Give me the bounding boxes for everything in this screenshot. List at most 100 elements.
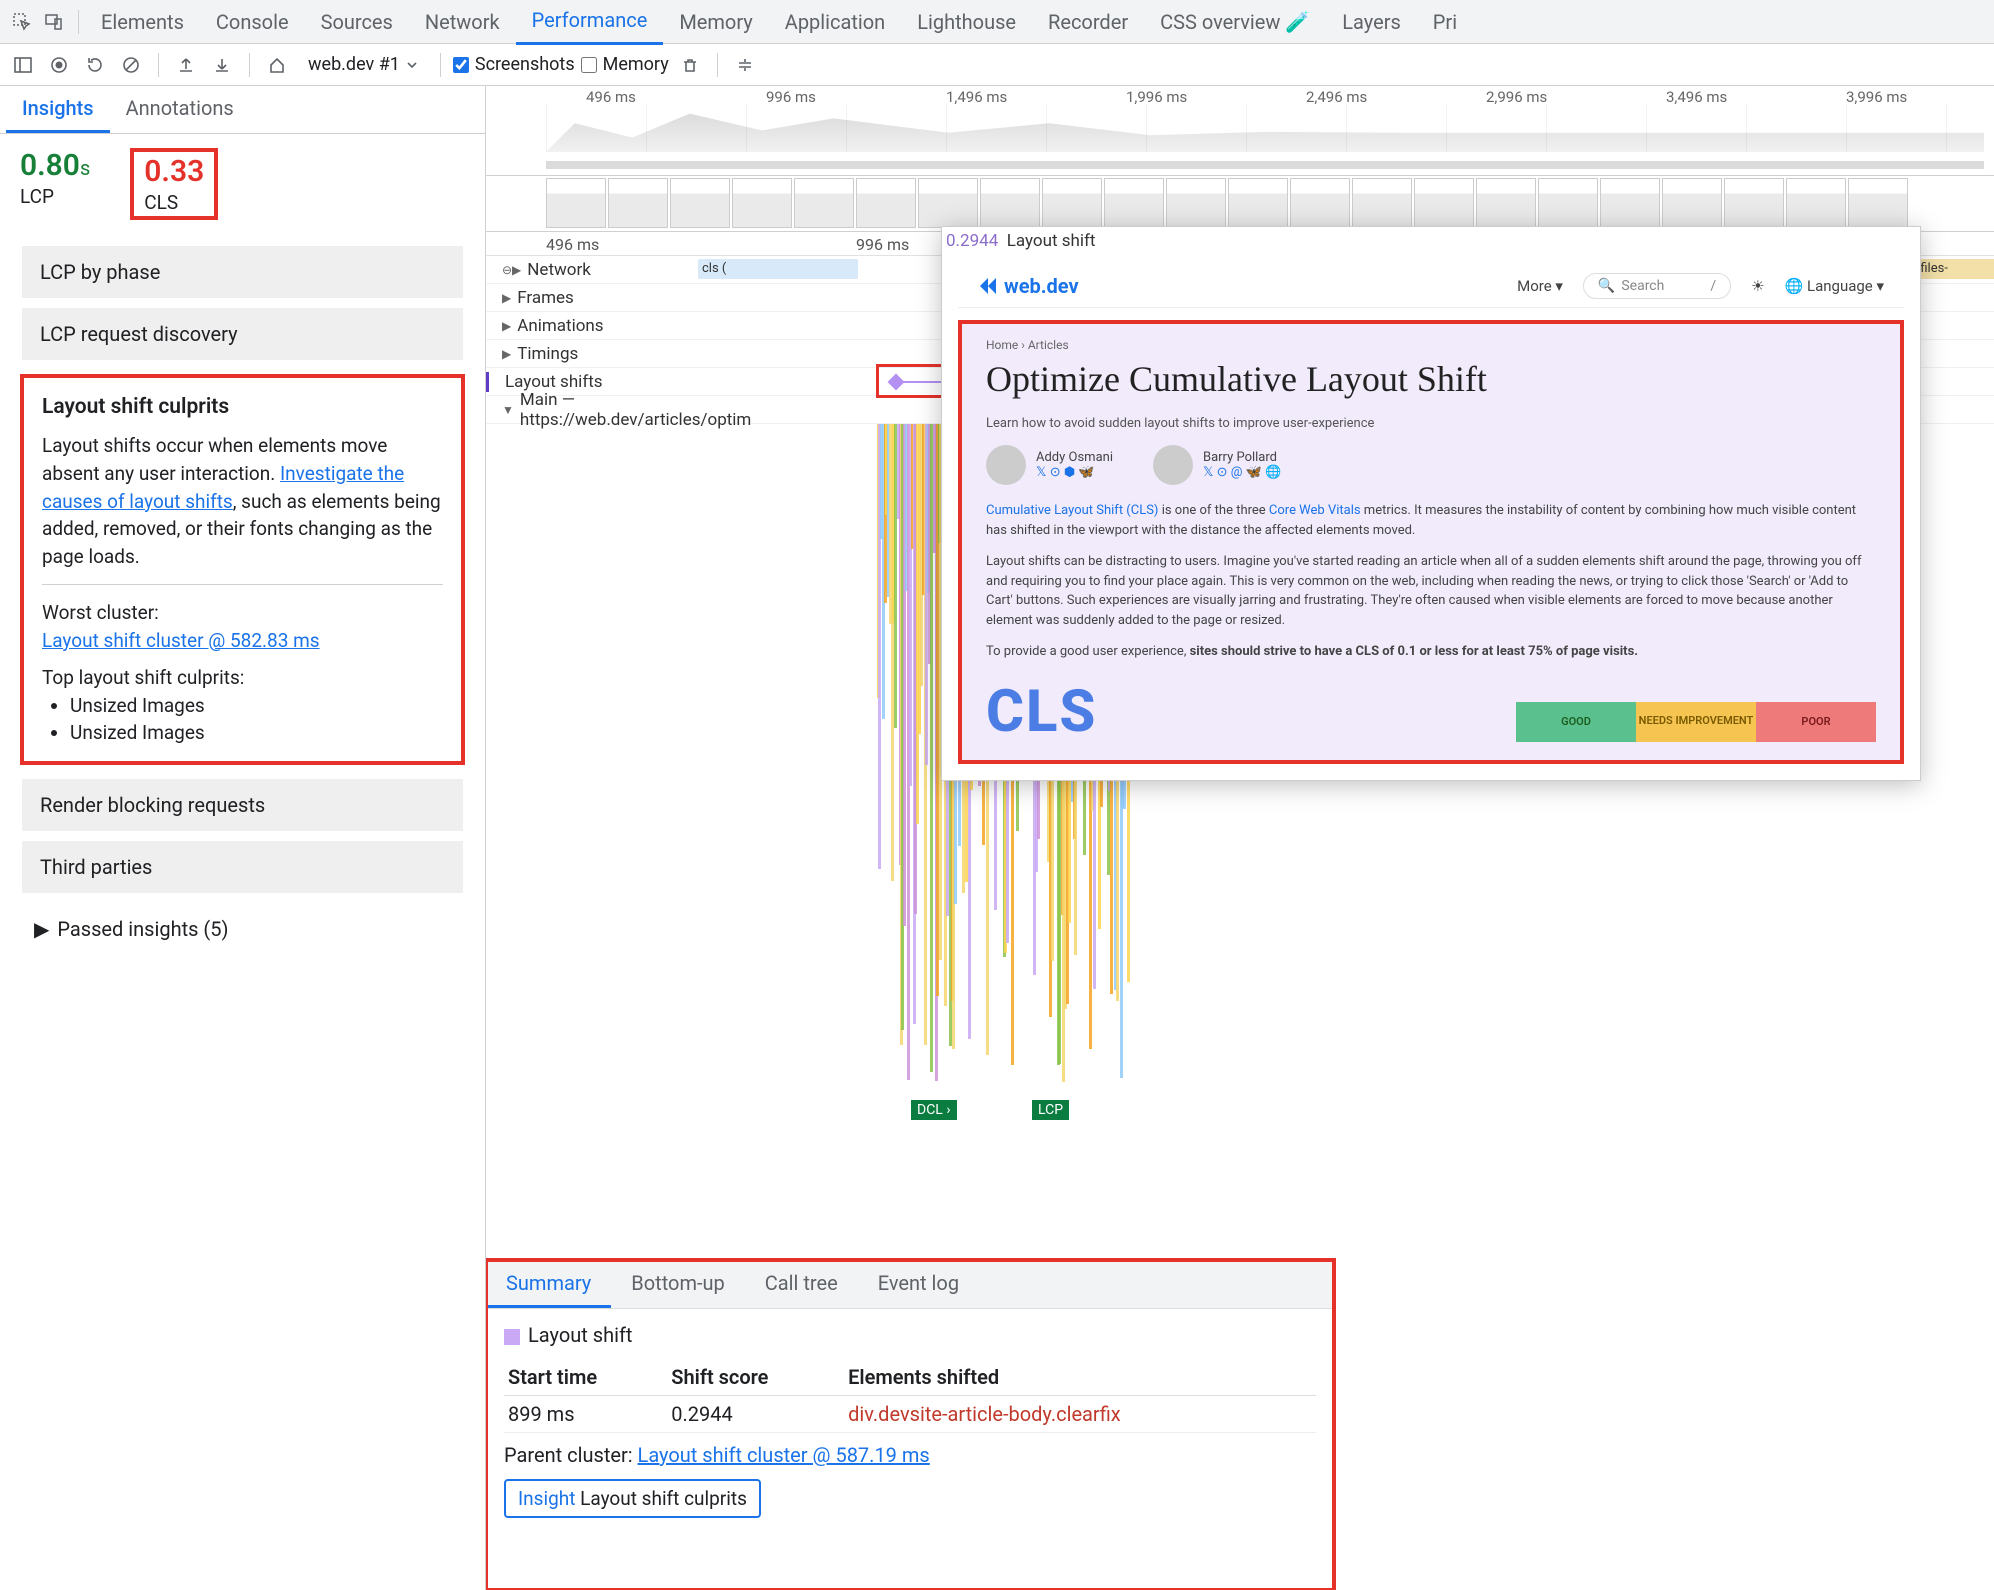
tab-summary[interactable]: Summary — [486, 1261, 611, 1308]
tab-sources[interactable]: Sources — [305, 0, 409, 44]
lcp-marker[interactable]: LCP — [1032, 1100, 1069, 1120]
chevron-down-icon — [406, 59, 418, 71]
tab-network[interactable]: Network — [409, 0, 516, 44]
devtools-tabs: Elements Console Sources Network Perform… — [0, 0, 1994, 44]
filmstrip-frame[interactable] — [1848, 178, 1908, 228]
summary-table: Start timeShift scoreElements shifted 89… — [504, 1359, 1316, 1433]
collapse-icon[interactable] — [730, 50, 760, 80]
home-icon[interactable] — [262, 50, 292, 80]
filmstrip-frame[interactable] — [856, 178, 916, 228]
clear-icon[interactable] — [116, 50, 146, 80]
shift-score: 0.2944 — [946, 231, 998, 251]
collapse-icon: ⊖▶ — [502, 263, 521, 277]
memory-checkbox[interactable]: Memory — [581, 54, 669, 75]
tab-annotations[interactable]: Annotations — [110, 86, 250, 133]
chevron-right-icon: ▶ — [34, 917, 49, 941]
tab-elements[interactable]: Elements — [85, 0, 200, 44]
inspect-icon[interactable] — [8, 8, 36, 36]
filmstrip[interactable] — [486, 176, 1994, 232]
insights-sidebar: Insights Annotations 0.80s LCP 0.33 CLS … — [0, 86, 486, 1590]
insight-pill[interactable]: Insight Layout shift culprits — [504, 1479, 761, 1518]
filmstrip-frame[interactable] — [732, 178, 792, 228]
filmstrip-frame[interactable] — [608, 178, 668, 228]
shifted-element-link[interactable]: div.devsite-article-body.clearfix — [844, 1396, 1316, 1433]
gc-icon[interactable] — [675, 50, 705, 80]
download-icon[interactable] — [207, 50, 237, 80]
tab-application[interactable]: Application — [769, 0, 901, 44]
overview-chart[interactable]: 496 ms 996 ms 1,496 ms 1,996 ms 2,496 ms… — [486, 86, 1994, 176]
timeline-panel: 496 ms 996 ms 1,496 ms 1,996 ms 2,496 ms… — [486, 86, 1994, 1590]
tab-memory[interactable]: Memory — [663, 0, 768, 44]
cls-logo: CLS — [986, 678, 1097, 746]
culprit-item: Unsized Images — [70, 692, 443, 720]
event-name: Layout shift — [528, 1323, 632, 1347]
filmstrip-frame[interactable] — [1786, 178, 1846, 228]
lcp-metric[interactable]: 0.80s LCP — [20, 148, 90, 220]
separator — [440, 53, 441, 77]
upload-icon[interactable] — [171, 50, 201, 80]
tab-console[interactable]: Console — [200, 0, 305, 44]
tab-layers[interactable]: Layers — [1326, 0, 1417, 44]
tab-lighthouse[interactable]: Lighthouse — [901, 0, 1032, 44]
article-title: Optimize Cumulative Layout Shift — [986, 358, 1876, 400]
webdev-logo: web.dev — [978, 274, 1079, 298]
filmstrip-frame[interactable] — [1352, 178, 1412, 228]
start-time: 899 ms — [504, 1396, 667, 1433]
culprits-title: Layout shift culprits — [42, 392, 443, 422]
filmstrip-frame[interactable] — [1042, 178, 1102, 228]
insight-layout-shift-culprits[interactable]: Layout shift culprits Layout shifts occu… — [20, 374, 465, 765]
filmstrip-frame[interactable] — [1414, 178, 1474, 228]
separator — [158, 53, 159, 77]
tab-bottom-up[interactable]: Bottom-up — [611, 1261, 745, 1308]
dcl-marker[interactable]: DCL › — [911, 1100, 957, 1120]
filmstrip-frame[interactable] — [794, 178, 854, 228]
search-box: 🔍 Search/ — [1583, 273, 1731, 299]
tab-event-log[interactable]: Event log — [858, 1261, 979, 1308]
worst-cluster-link[interactable]: Layout shift cluster @ 582.83 ms — [42, 629, 320, 652]
filmstrip-frame[interactable] — [918, 178, 978, 228]
filmstrip-frame[interactable] — [546, 178, 606, 228]
sidebar-tabs: Insights Annotations — [0, 86, 485, 134]
insight-lcp-phase[interactable]: LCP by phase — [22, 246, 463, 298]
parent-cluster-link[interactable]: Layout shift cluster @ 587.19 ms — [638, 1443, 930, 1467]
event-name: Layout shift — [1007, 231, 1096, 251]
insight-render-blocking[interactable]: Render blocking requests — [22, 779, 463, 831]
filmstrip-frame[interactable] — [980, 178, 1040, 228]
device-icon[interactable] — [40, 8, 68, 36]
filmstrip-frame[interactable] — [1662, 178, 1722, 228]
toggle-panel-icon[interactable] — [8, 50, 38, 80]
separator — [249, 53, 250, 77]
filmstrip-frame[interactable] — [1600, 178, 1660, 228]
tab-call-tree[interactable]: Call tree — [745, 1261, 858, 1308]
reload-icon[interactable] — [80, 50, 110, 80]
filmstrip-frame[interactable] — [1290, 178, 1350, 228]
tab-recorder[interactable]: Recorder — [1032, 0, 1144, 44]
filmstrip-frame[interactable] — [1476, 178, 1536, 228]
perf-toolbar: web.dev #1 Screenshots Memory — [0, 44, 1994, 86]
insight-third-parties[interactable]: Third parties — [22, 841, 463, 893]
tab-css-overview[interactable]: CSS overview 🧪 — [1144, 0, 1326, 44]
tab-performance[interactable]: Performance — [516, 0, 664, 45]
separator — [717, 53, 718, 77]
details-drawer: Summary Bottom-up Call tree Event log La… — [486, 1260, 1334, 1590]
filmstrip-frame[interactable] — [1724, 178, 1784, 228]
tab-overflow[interactable]: Pri — [1417, 0, 1473, 44]
top-culprits-label: Top layout shift culprits: — [42, 664, 443, 692]
filmstrip-frame[interactable] — [1228, 178, 1288, 228]
insight-lcp-request[interactable]: LCP request discovery — [22, 308, 463, 360]
cls-threshold-band: GOOD NEEDS IMPROVEMENT POOR — [1516, 702, 1876, 742]
cls-metric[interactable]: 0.33 CLS — [130, 148, 218, 220]
network-span[interactable]: cls ( — [698, 259, 858, 279]
screenshots-checkbox[interactable]: Screenshots — [453, 54, 575, 75]
filmstrip-frame[interactable] — [1166, 178, 1226, 228]
filmstrip-frame[interactable] — [670, 178, 730, 228]
avatar — [1153, 445, 1193, 485]
tab-insights[interactable]: Insights — [6, 86, 110, 133]
recording-selector[interactable]: web.dev #1 — [298, 50, 428, 79]
chevron-right-icon: ▶ — [502, 347, 511, 361]
passed-insights[interactable]: ▶ Passed insights (5) — [16, 903, 469, 955]
filmstrip-frame[interactable] — [1538, 178, 1598, 228]
filmstrip-frame[interactable] — [1104, 178, 1164, 228]
screenshot-preview: 0.2944 Layout shift web.dev More ▾ 🔍 Sea… — [941, 226, 1921, 781]
record-icon[interactable] — [44, 50, 74, 80]
